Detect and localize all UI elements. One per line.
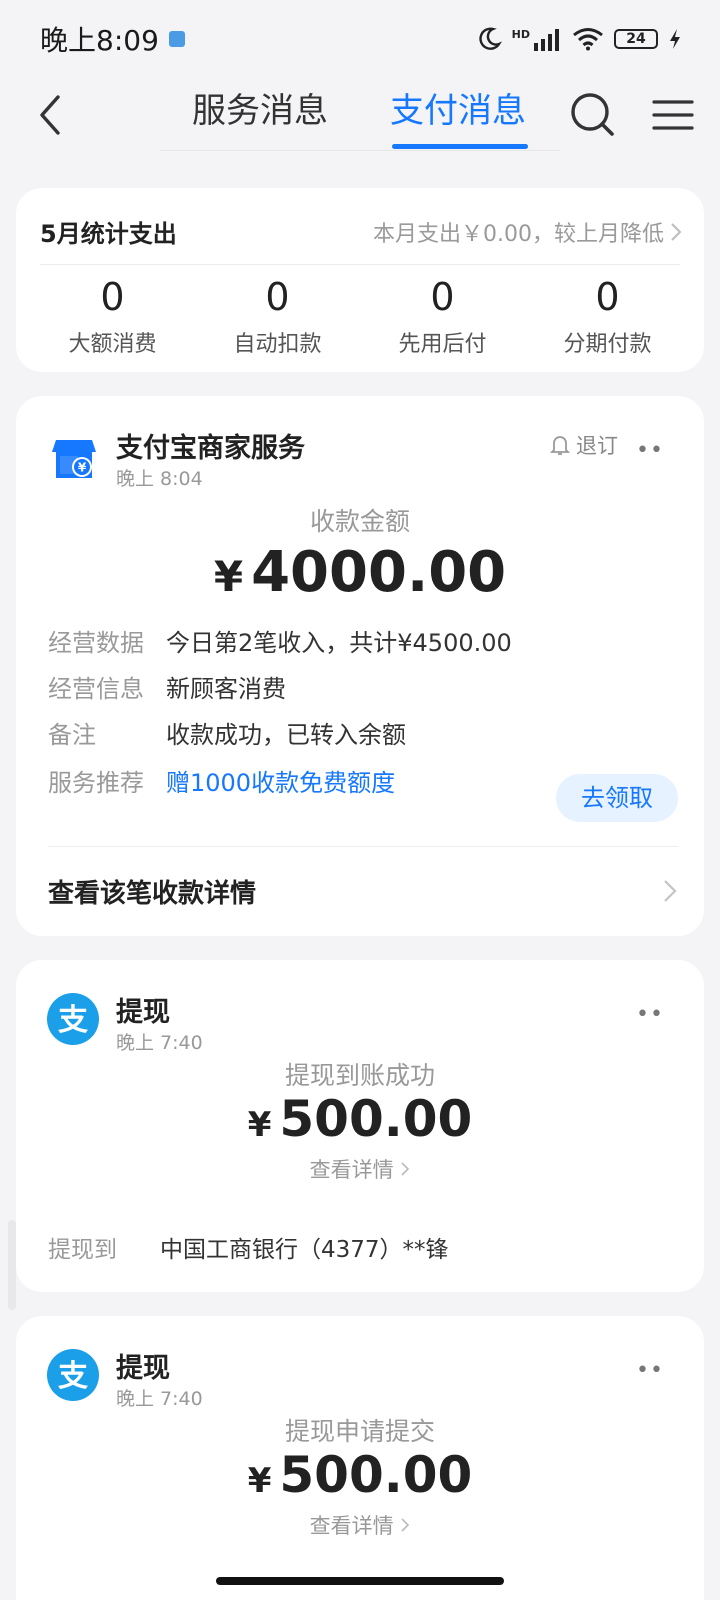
amount-number: 500.00 <box>279 1446 473 1504</box>
app-notification-icon <box>168 31 185 47</box>
card-time: 晚上 7:40 <box>116 1388 203 1410</box>
stat-value: 0 <box>430 275 455 319</box>
alipay-logo-icon: 支 <box>47 993 99 1045</box>
info-value: 收款成功，已转入余额 <box>166 720 406 749</box>
info-row-remark: 备注 收款成功，已转入余额 <box>48 712 678 752</box>
stats-divider <box>40 264 680 265</box>
amount-number: 4000.00 <box>251 540 507 605</box>
stat-large-spending[interactable]: 0 大额消费 <box>30 272 195 358</box>
withdrawal-card: 支 提现 晚上 7:40 •• 提现到账成功 ¥500.00 查看详情 提现到 … <box>16 960 704 1292</box>
view-details-label: 查看详情 <box>309 1514 394 1538</box>
status-time: 晚上8:09 <box>40 24 159 57</box>
svg-text:支: 支 <box>58 1359 88 1394</box>
info-row-business-data: 经营数据 今日第2笔收入，共计¥4500.00 <box>48 620 678 660</box>
moon-icon <box>478 27 502 50</box>
search-icon[interactable] <box>568 90 618 140</box>
chevron-right-icon <box>664 880 677 902</box>
withdraw-status: 提现到账成功 <box>284 1061 435 1090</box>
unsubscribe-button[interactable]: 退订 <box>550 430 618 460</box>
bell-icon <box>550 436 570 455</box>
stats-title: 5月统计支出 <box>40 220 177 248</box>
card-time: 晚上 7:40 <box>116 1032 203 1054</box>
nav-divider <box>160 150 560 151</box>
info-row-business-info: 经营信息 新顾客消费 <box>48 666 678 706</box>
home-indicator[interactable] <box>216 1577 504 1585</box>
stat-value: 0 <box>265 275 290 319</box>
stat-value: 0 <box>100 275 125 319</box>
stats-row: 0 大额消费 0 自动扣款 0 先用后付 0 分期付款 <box>30 272 690 358</box>
stats-summary-link[interactable]: 本月支出￥0.00，较上月降低 <box>373 216 682 248</box>
card-title: 提现 <box>116 1353 170 1384</box>
svg-text:支: 支 <box>58 1003 88 1038</box>
stats-summary-text: 本月支出￥0.00，较上月降低 <box>373 222 664 247</box>
stat-label: 先用后付 <box>398 332 487 357</box>
back-arrow-icon[interactable] <box>30 88 80 138</box>
info-key: 备注 <box>48 720 96 749</box>
stat-label: 大额消费 <box>68 332 157 357</box>
stat-label: 分期付款 <box>563 332 652 357</box>
withdrawal-card: 支 提现 晚上 7:40 •• 提现申请提交 ¥500.00 查看详情 <box>16 1316 704 1600</box>
top-navigation: 服务消息 支付消息 <box>0 78 720 158</box>
amount-value: ¥4000.00 <box>16 540 704 605</box>
status-bar: 晚上8:09 HD 24 <box>0 0 720 78</box>
card-time: 晚上 8:04 <box>116 468 203 490</box>
alipay-logo-icon: 支 <box>47 1349 99 1401</box>
card-title: 提现 <box>116 997 170 1028</box>
monthly-stats-card: 5月统计支出 本月支出￥0.00，较上月降低 0 大额消费 0 自动扣款 0 先… <box>16 188 704 372</box>
wifi-icon <box>573 28 603 51</box>
tab-payment-messages[interactable]: 支付消息 <box>390 86 526 146</box>
currency-symbol: ¥ <box>213 552 244 601</box>
stat-label: 自动扣款 <box>233 332 322 357</box>
amount-number: 500.00 <box>279 1090 473 1148</box>
chevron-right-icon <box>401 1518 410 1532</box>
view-details-link[interactable]: 查看详情 <box>16 1154 704 1184</box>
view-details-label: 查看详情 <box>309 1158 394 1182</box>
info-key: 提现到 <box>48 1237 117 1263</box>
card-divider <box>48 846 678 847</box>
svg-text:¥: ¥ <box>78 461 87 475</box>
merchant-store-icon: ¥ <box>52 440 96 478</box>
more-options-button[interactable]: •• <box>636 1002 664 1027</box>
status-icons: HD 24 <box>476 26 682 52</box>
unsubscribe-label: 退订 <box>576 434 618 458</box>
info-key: 经营数据 <box>48 628 144 657</box>
claim-button[interactable]: 去领取 <box>556 774 678 822</box>
info-value: 新顾客消费 <box>166 674 286 703</box>
chevron-right-icon <box>401 1162 410 1176</box>
info-value: 今日第2笔收入，共计¥4500.00 <box>166 628 512 657</box>
tab-service-messages[interactable]: 服务消息 <box>192 86 328 146</box>
view-receipt-details-link[interactable]: 查看该笔收款详情 <box>48 856 678 926</box>
active-tab-indicator <box>392 144 528 149</box>
bank-account: 中国工商银行（4377）**锋 <box>160 1237 449 1263</box>
stat-value: 0 <box>595 275 620 319</box>
stat-installments[interactable]: 0 分期付款 <box>525 272 690 358</box>
more-options-button[interactable]: •• <box>636 1358 664 1383</box>
info-key: 经营信息 <box>48 674 144 703</box>
edge-gesture-handle[interactable] <box>8 1220 16 1310</box>
currency-symbol: ¥ <box>247 1461 272 1501</box>
amount-value: ¥500.00 <box>16 1446 704 1504</box>
battery-icon: 24 <box>614 29 658 49</box>
info-key: 服务推荐 <box>48 768 144 797</box>
menu-icon[interactable] <box>650 92 696 138</box>
card-title: 支付宝商家服务 <box>116 433 305 464</box>
signal-icon <box>534 29 559 51</box>
amount-value: ¥500.00 <box>16 1090 704 1148</box>
withdraw-destination-row: 提现到 中国工商银行（4377）**锋 <box>48 1230 449 1264</box>
merchant-receipt-card: ¥ 支付宝商家服务 晚上 8:04 退订 •• 收款金额 ¥4000.00 经营… <box>16 396 704 936</box>
view-details-link[interactable]: 查看详情 <box>16 1510 704 1540</box>
detail-link-label: 查看该笔收款详情 <box>48 878 257 909</box>
amount-label: 收款金额 <box>309 507 410 536</box>
stat-pay-later[interactable]: 0 先用后付 <box>360 272 525 358</box>
withdraw-status: 提现申请提交 <box>284 1417 435 1446</box>
charging-icon <box>670 29 680 49</box>
network-type-label: HD <box>511 28 530 41</box>
chevron-right-icon <box>671 223 682 241</box>
more-options-button[interactable]: •• <box>636 438 664 463</box>
currency-symbol: ¥ <box>247 1105 272 1145</box>
stat-auto-debit[interactable]: 0 自动扣款 <box>195 272 360 358</box>
promotion-link[interactable]: 赠1000收款免费额度 <box>166 763 395 798</box>
